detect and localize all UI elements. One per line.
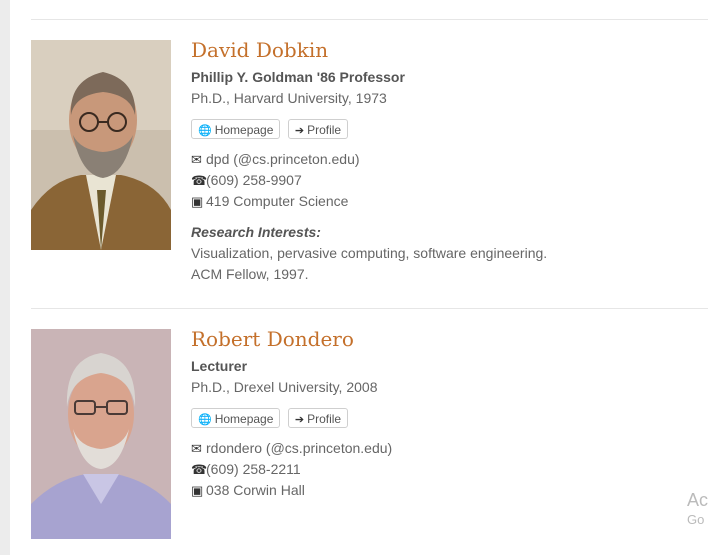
office-text: 419 Computer Science bbox=[206, 193, 349, 209]
profile-button[interactable]: ➔ Profile bbox=[287, 119, 349, 139]
divider bbox=[31, 308, 708, 309]
email-text[interactable]: dpd (@cs.princeton.edu) bbox=[206, 151, 360, 167]
phone-icon: ☎ bbox=[191, 173, 208, 188]
divider bbox=[31, 19, 708, 20]
contact-info: ✉ rdondero (@cs.princeton.edu) ☎(609) 258… bbox=[191, 438, 691, 501]
office-text: 038 Corwin Hall bbox=[206, 482, 305, 498]
briefcase-icon: ▣ bbox=[191, 194, 204, 209]
briefcase-icon: ▣ bbox=[191, 483, 204, 498]
envelope-icon: ✉ bbox=[191, 152, 202, 167]
faculty-degree: Ph.D., Harvard University, 1973 bbox=[191, 90, 387, 106]
watermark-line-2: Go bbox=[687, 512, 705, 527]
left-sidebar-strip bbox=[0, 0, 10, 555]
homepage-button[interactable]: 🌐 Homepage bbox=[191, 408, 281, 428]
phone-text: (609) 258-9907 bbox=[206, 172, 302, 188]
envelope-icon: ✉ bbox=[191, 441, 202, 456]
portrait-photo bbox=[31, 329, 171, 539]
activation-watermark: Ac Go bbox=[687, 489, 708, 529]
watermark-line-1: Ac bbox=[687, 490, 708, 510]
research-heading: Research Interests: bbox=[191, 224, 321, 240]
homepage-label: Homepage bbox=[214, 412, 274, 426]
faculty-name[interactable]: David Dobkin bbox=[191, 38, 691, 62]
link-buttons: 🌐 Homepage ➔ Profile bbox=[191, 119, 691, 141]
phone-text: (609) 258-2211 bbox=[206, 461, 301, 477]
profile-button[interactable]: ➔ Profile bbox=[287, 408, 349, 428]
profile-label: Profile bbox=[307, 412, 342, 426]
research-text-2: ACM Fellow, 1997. bbox=[191, 266, 309, 282]
arrow-right-icon: ➔ bbox=[294, 125, 305, 137]
faculty-title: Lecturer bbox=[191, 358, 248, 374]
faculty-info: David Dobkin Phillip Y. Goldman '86 Prof… bbox=[191, 38, 691, 285]
research-text-1: Visualization, pervasive computing, soft… bbox=[191, 245, 548, 261]
faculty-card-dobkin: David Dobkin Phillip Y. Goldman '86 Prof… bbox=[31, 38, 708, 290]
link-buttons: 🌐 Homepage ➔ Profile bbox=[191, 408, 691, 430]
faculty-name[interactable]: Robert Dondero bbox=[191, 327, 691, 351]
homepage-button[interactable]: 🌐 Homepage bbox=[191, 119, 281, 139]
homepage-label: Homepage bbox=[214, 123, 274, 137]
faculty-card-dondero: Robert Dondero Lecturer Ph.D., Drexel Un… bbox=[31, 327, 708, 555]
contact-info: ✉ dpd (@cs.princeton.edu) ☎(609) 258-9907… bbox=[191, 149, 691, 212]
globe-icon: 🌐 bbox=[198, 125, 212, 137]
phone-icon: ☎ bbox=[191, 462, 208, 477]
email-text[interactable]: rdondero (@cs.princeton.edu) bbox=[206, 440, 392, 456]
profile-label: Profile bbox=[307, 123, 342, 137]
faculty-title: Phillip Y. Goldman '86 Professor bbox=[191, 69, 405, 85]
faculty-info: Robert Dondero Lecturer Ph.D., Drexel Un… bbox=[191, 327, 691, 501]
faculty-degree: Ph.D., Drexel University, 2008 bbox=[191, 379, 378, 395]
globe-icon: 🌐 bbox=[198, 414, 212, 426]
portrait-photo bbox=[31, 40, 171, 250]
arrow-right-icon: ➔ bbox=[294, 414, 305, 426]
